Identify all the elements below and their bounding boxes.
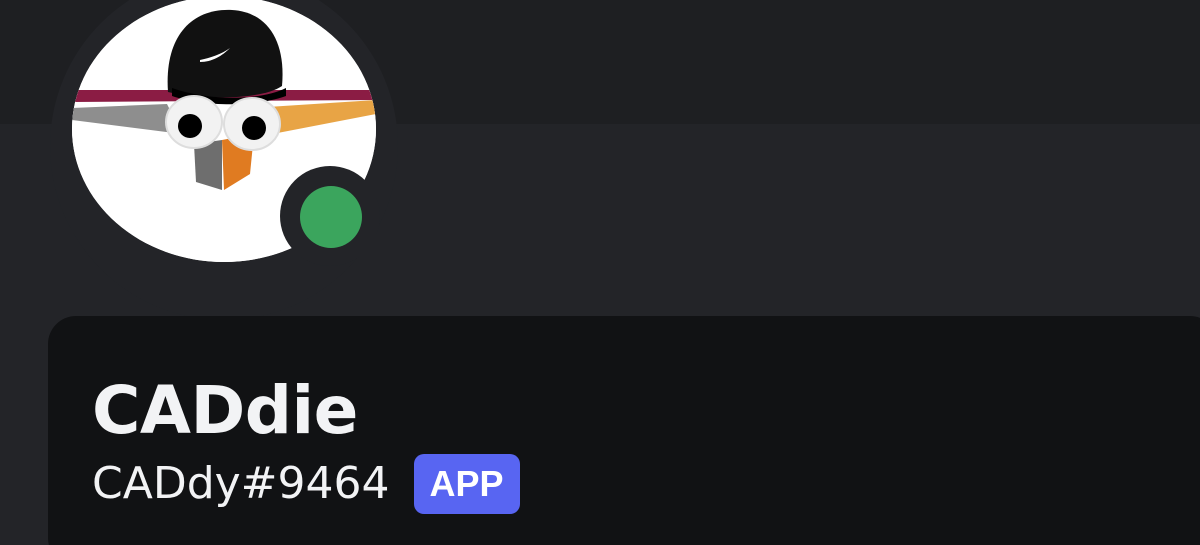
display-name: CADdie [92, 372, 358, 449]
username: CADdy#9464 [92, 458, 390, 509]
username-row: CADdy#9464 APP [92, 452, 520, 516]
online-status-icon [300, 186, 362, 248]
app-badge: APP [413, 454, 520, 514]
user-profile-popout: CADdie CADdy#9464 APP [0, 0, 1200, 545]
